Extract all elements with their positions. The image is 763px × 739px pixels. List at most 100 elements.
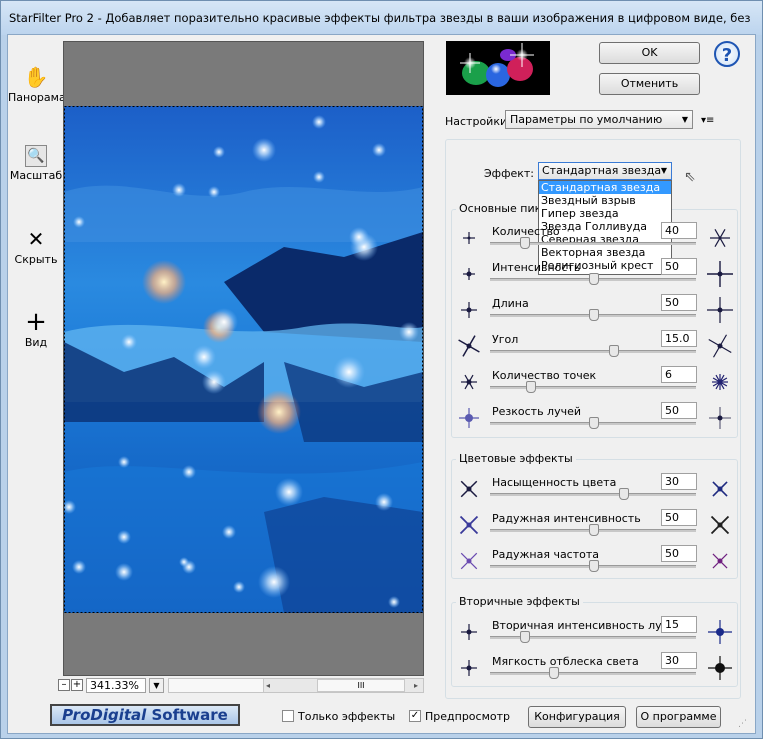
slider-label: Длина	[492, 297, 529, 310]
slider-value-field[interactable]: 40	[661, 222, 697, 239]
effect-label: Эффект:	[484, 167, 535, 180]
only-effects-checkbox[interactable]	[282, 710, 294, 722]
slider-track[interactable]	[490, 350, 696, 353]
gems-thumbnail-image	[460, 43, 534, 87]
about-button[interactable]: О программе	[636, 706, 721, 728]
slider-thumb[interactable]	[526, 381, 536, 393]
scroll-right-arrow[interactable]: ▸	[410, 679, 422, 692]
star-preview-icon	[454, 331, 484, 361]
chevron-down-icon: ▼	[660, 166, 667, 175]
color-group-title: Цветовые эффекты	[456, 452, 576, 465]
view-tool[interactable]: + Вид	[8, 307, 64, 349]
slider-value-field[interactable]: 50	[661, 402, 697, 419]
slider-label: Интенсивность	[492, 261, 581, 274]
help-button[interactable]: ?	[714, 41, 740, 67]
slider-value-field[interactable]: 15	[661, 616, 697, 633]
hand-icon: ✋	[23, 65, 49, 89]
effect-option[interactable]: Гипер звезда	[539, 207, 671, 220]
slider-label: Мягкость отблеска света	[492, 655, 639, 668]
slider-label: Резкость лучей	[492, 405, 582, 418]
star-preview-icon	[705, 617, 735, 647]
effect-option[interactable]: Векторная звезда	[539, 246, 671, 259]
slider-track[interactable]	[490, 493, 696, 496]
slider-thumb[interactable]	[589, 524, 599, 536]
chevron-down-icon: ▼	[681, 115, 688, 124]
settings-label: Настройки:	[445, 115, 511, 128]
magnifier-icon: 🔍	[25, 145, 47, 167]
configuration-button[interactable]: Конфигурация	[528, 706, 626, 728]
hide-tool-label: Скрыть	[14, 253, 58, 266]
scroll-left-arrow[interactable]: ◂	[263, 679, 273, 692]
star-preview-icon	[454, 223, 484, 253]
slider-thumb[interactable]	[589, 309, 599, 321]
client-area: ✋ Панорама 🔍 Масштаб ✕ Скрыть + Вид – + …	[7, 34, 756, 734]
star-preview-icon	[705, 546, 735, 576]
slider-label: Радужная частота	[492, 548, 600, 561]
star-preview-icon	[454, 510, 484, 540]
slider-track[interactable]	[490, 672, 696, 675]
pan-tool-label: Панорама	[8, 91, 66, 104]
slider-value-field[interactable]: 50	[661, 545, 697, 562]
logo-text-main: ProDigital	[62, 706, 147, 724]
star-preview-icon	[454, 653, 484, 683]
pan-tool[interactable]: ✋ Панорама	[8, 65, 66, 104]
slider-value-field[interactable]: 30	[661, 652, 697, 669]
slider-thumb[interactable]	[589, 273, 599, 285]
resize-grip-icon[interactable]: ⋰	[738, 719, 747, 729]
star-preview-icon	[705, 653, 735, 683]
hide-tool[interactable]: ✕ Скрыть	[8, 227, 64, 266]
effect-option[interactable]: Стандартная звезда	[539, 181, 671, 194]
effect-thumbnail	[446, 41, 550, 95]
settings-select[interactable]: Параметры по умолчанию ▼	[505, 110, 693, 129]
only-effects-label[interactable]: Только эффекты	[298, 710, 395, 723]
settings-menu-icon[interactable]: ▾≡	[701, 115, 714, 126]
effect-option[interactable]: Звездный взрыв	[539, 194, 671, 207]
slider-value-field[interactable]: 50	[661, 509, 697, 526]
slider-thumb[interactable]	[549, 667, 559, 679]
slider-thumb[interactable]	[609, 345, 619, 357]
effect-select-value: Стандартная звезда	[542, 164, 662, 177]
slider-value-field[interactable]: 50	[661, 294, 697, 311]
scroll-thumb[interactable]: III	[317, 679, 405, 692]
settings-select-value: Параметры по умолчанию	[510, 113, 663, 126]
star-preview-icon	[705, 259, 735, 289]
zoom-level-field[interactable]: 341.33%	[86, 678, 146, 693]
slider-thumb[interactable]	[619, 488, 629, 500]
zoom-out-button[interactable]: –	[58, 679, 70, 691]
effect-select[interactable]: Стандартная звезда ▼	[538, 162, 672, 180]
window-title: StarFilter Pro 2 - Добавляет поразительн…	[9, 11, 754, 25]
star-preview-icon	[454, 295, 484, 325]
slider-track[interactable]	[490, 386, 696, 389]
title-bar[interactable]: StarFilter Pro 2 - Добавляет поразительн…	[1, 1, 762, 35]
slider-thumb[interactable]	[589, 417, 599, 429]
horizontal-scrollbar[interactable]: ◂ III ▸	[168, 678, 424, 693]
slider-value-field[interactable]: 30	[661, 473, 697, 490]
zoom-in-button[interactable]: +	[71, 679, 83, 691]
slider-thumb[interactable]	[589, 560, 599, 572]
x-icon: ✕	[27, 227, 45, 251]
ok-button[interactable]: OK	[599, 42, 700, 64]
slider-value-field[interactable]: 50	[661, 258, 697, 275]
slider-thumb[interactable]	[520, 237, 530, 249]
preview-checkbox[interactable]: ✓	[409, 710, 421, 722]
slider-label: Вторичная интенсивность лучей	[492, 619, 683, 632]
preview-canvas[interactable]	[62, 41, 424, 676]
scroll-thumb-left[interactable]	[169, 679, 264, 692]
slider-label: Угол	[492, 333, 519, 346]
slider-value-field[interactable]: 6	[661, 366, 697, 383]
star-preview-icon	[705, 331, 735, 361]
zoom-dropdown-arrow[interactable]: ▼	[149, 678, 164, 693]
star-preview-icon	[454, 617, 484, 647]
slider-value-field[interactable]: 15.0	[661, 330, 697, 347]
zoom-tool[interactable]: 🔍 Масштаб	[8, 145, 64, 182]
preview-label[interactable]: Предпросмотр	[425, 710, 510, 723]
slider-thumb[interactable]	[520, 631, 530, 643]
slider-label: Количество точек	[492, 369, 597, 382]
cancel-button[interactable]: Отменить	[599, 73, 700, 95]
prodigital-logo: ProDigital Software	[50, 704, 240, 726]
zoom-tool-label: Масштаб	[9, 169, 63, 182]
star-preview-icon	[705, 403, 735, 433]
star-preview-icon	[705, 510, 735, 540]
mouse-cursor-icon: ⇖	[684, 169, 696, 185]
star-preview-icon	[705, 367, 735, 397]
